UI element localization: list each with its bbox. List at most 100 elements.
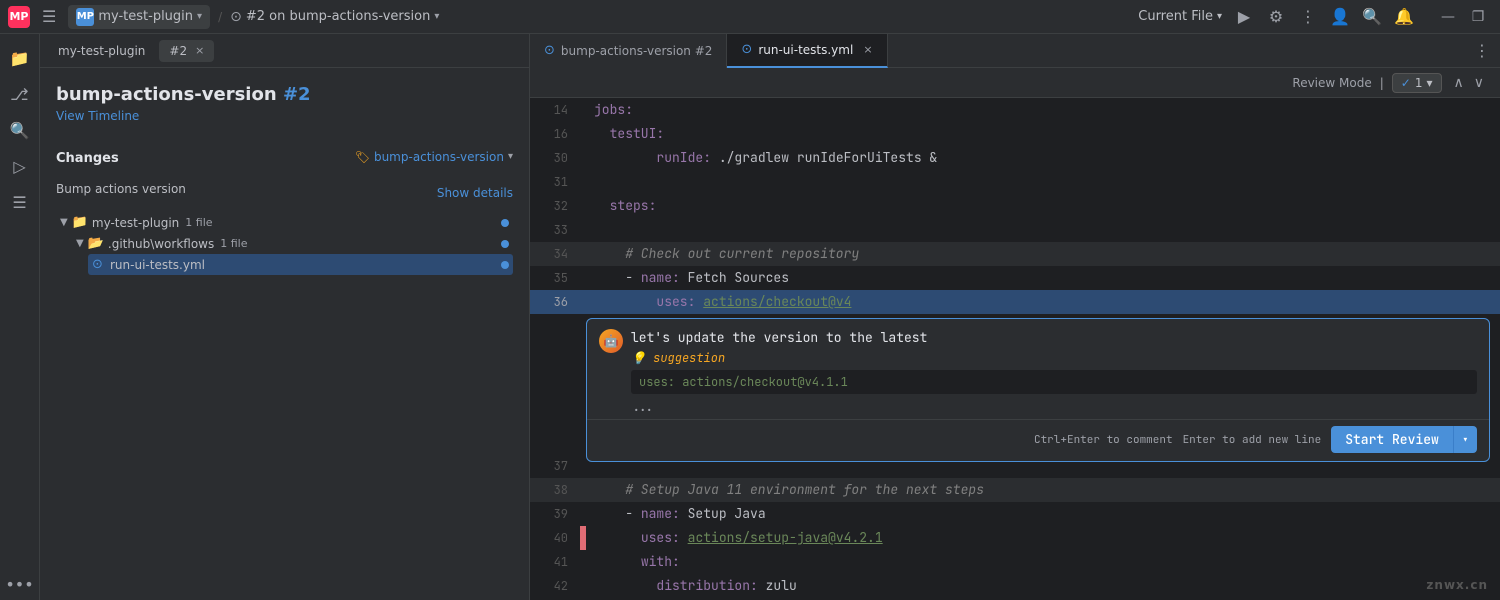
repo-name: my-test-plugin: [92, 216, 179, 230]
code-line-32: 32 steps:: [530, 194, 1500, 218]
folder-name: .github\workflows: [108, 237, 214, 251]
code-line-31: 31: [530, 170, 1500, 194]
tab-pr-label: bump-actions-version #2: [561, 44, 713, 58]
chevron-icon: ▼: [76, 238, 84, 249]
commit-message: Bump actions version: [56, 182, 186, 196]
chevron-icon: ▼: [60, 217, 68, 228]
file-count: 1 file: [220, 237, 247, 250]
sidebar-structure-icon[interactable]: ☰: [4, 186, 36, 218]
start-review-button[interactable]: Start Review ▾: [1331, 426, 1477, 453]
comment-hint-ctrl: Ctrl+Enter to comment: [1034, 433, 1173, 447]
notifications-icon[interactable]: 🔔: [1390, 3, 1418, 31]
tree-item-repo[interactable]: ▼ 📁 my-test-plugin 1 file: [56, 212, 513, 233]
comment-popup: 🤖 let's update the version to the latest…: [586, 318, 1490, 462]
branch-badge: 🏷 bump-actions-version ▾: [355, 150, 513, 164]
file-name: run-ui-tests.yml: [110, 258, 205, 272]
code-line-33: 33: [530, 218, 1500, 242]
project-selector[interactable]: MP my-test-plugin ▾: [68, 5, 210, 29]
account-icon[interactable]: 👤: [1326, 3, 1354, 31]
code-line-16: 16 testUI:: [530, 122, 1500, 146]
editor-area: ⊙ bump-actions-version #2 ⊙ run-ui-tests…: [530, 34, 1500, 600]
main-area: 📁 ⎇ 🔍 ▷ ☰ ••• my-test-plugin #2 × bump-a…: [0, 34, 1500, 600]
review-mode-value[interactable]: ✓ 1 ▾: [1392, 73, 1442, 93]
sidebar-files-icon[interactable]: 📁: [4, 42, 36, 74]
hamburger-menu[interactable]: ☰: [38, 5, 60, 28]
nav-arrows: ∧ ∨: [1450, 73, 1489, 93]
tab-bump-actions[interactable]: ⊙ bump-actions-version #2: [530, 34, 727, 68]
settings-icon[interactable]: ⚙: [1262, 3, 1290, 31]
pr-title: bump-actions-version #2: [56, 84, 513, 105]
sidebar-search-icon[interactable]: 🔍: [4, 114, 36, 146]
project-avatar: MP: [76, 8, 94, 26]
code-line-36: 36 uses: actions/checkout@v4: [530, 290, 1500, 314]
change-dot: [501, 219, 509, 227]
code-editor[interactable]: 14 jobs: 16 testUI: 30 runIde: ./gradlew…: [530, 98, 1500, 600]
suggestion-label: 💡 suggestion: [631, 350, 1477, 366]
sidebar-git-icon[interactable]: ⎇: [4, 78, 36, 110]
code-lines: 14 jobs: 16 testUI: 30 runIde: ./gradlew…: [530, 98, 1500, 600]
minimize-button[interactable]: —: [1434, 3, 1462, 31]
branch-selector[interactable]: ⊙ #2 on bump-actions-version ▾: [230, 9, 439, 25]
sidebar-run-icon[interactable]: ▷: [4, 150, 36, 182]
code-line-35: 35 - name: Fetch Sources: [530, 266, 1500, 290]
sidebar-more-icon[interactable]: •••: [4, 568, 36, 600]
branch-chevron: ▾: [434, 11, 439, 22]
tree-item-workflows[interactable]: ▼ 📂 .github\workflows 1 file: [72, 233, 513, 254]
code-line-38: 38 # Setup Java 11 environment for the n…: [530, 478, 1500, 502]
tab-file-label: run-ui-tests.yml: [758, 43, 853, 57]
tab-run-ui-tests[interactable]: ⊙ run-ui-tests.yml ×: [727, 34, 887, 68]
tab-close-button[interactable]: ×: [863, 43, 872, 56]
show-details-link[interactable]: Show details: [437, 186, 513, 200]
project-name: my-test-plugin: [98, 9, 193, 24]
divider: /: [218, 10, 222, 24]
tab-project[interactable]: my-test-plugin: [48, 40, 155, 62]
project-chevron: ▾: [197, 11, 202, 22]
branch-chevron: ▾: [508, 151, 513, 162]
pr-tab-close[interactable]: ×: [195, 44, 204, 57]
change-dot: [501, 240, 509, 248]
more-options-icon[interactable]: ⋮: [1294, 3, 1322, 31]
nav-up-arrow[interactable]: ∧: [1450, 73, 1468, 93]
code-line-39: 39 - name: Setup Java: [530, 502, 1500, 526]
left-panel-tabs: my-test-plugin #2 ×: [40, 34, 529, 68]
review-bar: Review Mode | ✓ 1 ▾ ∧ ∨: [530, 68, 1500, 98]
editor-options-button[interactable]: ⋮: [1464, 41, 1500, 60]
tag-icon: 🏷: [355, 150, 370, 164]
pr-content: bump-actions-version #2 View Timeline Ch…: [40, 68, 529, 600]
start-review-label[interactable]: Start Review: [1331, 426, 1454, 453]
comment-popup-row: 🤖 let's update the version to the latest…: [530, 314, 1500, 454]
maximize-button[interactable]: ❐: [1464, 3, 1492, 31]
sidebar-icon-rail: 📁 ⎇ 🔍 ▷ ☰ •••: [0, 34, 40, 600]
check-icon: ✓: [1401, 76, 1411, 90]
branch-name[interactable]: bump-actions-version: [374, 150, 504, 164]
comment-ellipsis: ...: [631, 398, 1477, 415]
run-button[interactable]: ▶: [1230, 3, 1258, 31]
tab-pr[interactable]: #2 ×: [159, 40, 214, 62]
search-icon[interactable]: 🔍: [1358, 3, 1386, 31]
code-line-41: 41 with:: [530, 550, 1500, 574]
changes-row: Changes 🏷 bump-actions-version ▾: [56, 139, 513, 174]
code-line-14: 14 jobs:: [530, 98, 1500, 122]
left-panel: my-test-plugin #2 × bump-actions-version…: [40, 34, 530, 600]
review-chevron: ▾: [1426, 76, 1432, 90]
view-timeline-link[interactable]: View Timeline: [56, 109, 513, 123]
nav-down-arrow[interactable]: ∨: [1470, 73, 1488, 93]
editor-tabs: ⊙ bump-actions-version #2 ⊙ run-ui-tests…: [530, 34, 1500, 68]
watermark: znwx.cn: [1426, 578, 1488, 592]
github-actions-icon: ⊙: [92, 257, 106, 272]
code-line-40: 40 uses: actions/setup-java@v4.2.1: [530, 526, 1500, 550]
file-tab-icon: ⊙: [741, 42, 752, 57]
tree-item-file[interactable]: ⊙ run-ui-tests.yml: [88, 254, 513, 275]
project-tab-label: my-test-plugin: [58, 44, 145, 58]
start-review-dropdown[interactable]: ▾: [1454, 427, 1477, 453]
folder-icon: 📂: [88, 236, 104, 251]
changes-header: Changes: [56, 151, 119, 166]
code-line-42: 42 distribution: zulu: [530, 574, 1500, 598]
comment-header: 🤖 let's update the version to the latest…: [587, 319, 1489, 419]
app-logo: MP: [8, 6, 30, 28]
comment-body: let's update the version to the latest 💡…: [631, 329, 1477, 415]
review-count: 1: [1415, 76, 1423, 90]
file-tree: ▼ 📁 my-test-plugin 1 file ▼ 📂 .github\wo…: [56, 212, 513, 275]
current-file-selector[interactable]: Current File ▾: [1138, 9, 1222, 24]
review-mode-label: Review Mode: [1292, 76, 1371, 90]
